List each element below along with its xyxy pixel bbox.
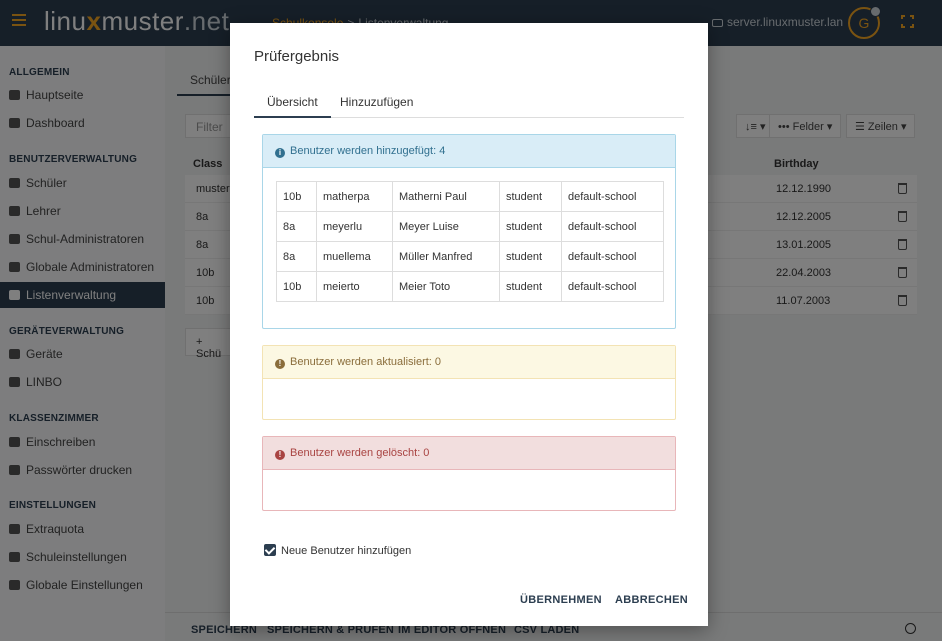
tab-to-add[interactable]: Hinzuzufügen: [327, 90, 426, 118]
added-users-table: 10b matherpa Matherni Paul student default-s…: [276, 181, 664, 302]
info-icon: i: [275, 148, 285, 158]
table-cell: 8a: [276, 211, 317, 242]
table-cell: student: [499, 211, 562, 242]
cancel-button[interactable]: ABBRECHEN: [615, 594, 688, 606]
check-result-dialog: Prüfergebnis Übersicht Hinzuzufügen i Ben…: [230, 23, 708, 626]
table-cell: student: [499, 271, 562, 302]
table-cell: matherpa: [316, 181, 393, 212]
dialog-title: Prüfergebnis: [254, 48, 340, 65]
dialog-tabs: Übersicht Hinzuzufügen: [254, 90, 684, 118]
table-cell: Meyer Luise: [392, 211, 500, 242]
table-row: 8a meyerlu Meyer Luise student default-schoo…: [276, 211, 664, 242]
alert-icon: !: [275, 450, 285, 460]
warning-icon: !: [275, 359, 285, 369]
updated-users-panel: ! Benutzer werden aktualisiert: 0: [262, 345, 676, 420]
add-new-users-checkbox[interactable]: Neue Benutzer hinzufügen: [264, 544, 411, 557]
table-cell: meyerlu: [316, 211, 393, 242]
table-row: 10b matherpa Matherni Paul student default-s…: [276, 181, 664, 212]
table-cell: 8a: [276, 241, 317, 272]
added-users-header: i Benutzer werden hinzugefügt: 4: [263, 135, 675, 168]
table-cell: default-school: [561, 211, 664, 242]
deleted-users-header: ! Benutzer werden gelöscht: 0: [263, 437, 675, 470]
checkbox-checked-icon[interactable]: [264, 544, 276, 556]
tab-overview[interactable]: Übersicht: [254, 90, 331, 118]
table-cell: 10b: [276, 181, 317, 212]
table-cell: 10b: [276, 271, 317, 302]
updated-users-header: ! Benutzer werden aktualisiert: 0: [263, 346, 675, 379]
table-cell: Müller Manfred: [392, 241, 500, 272]
table-cell: default-school: [561, 241, 664, 272]
deleted-users-panel: ! Benutzer werden gelöscht: 0: [262, 436, 676, 511]
table-cell: student: [499, 181, 562, 212]
table-row: 8a muellema Müller Manfred student default-s…: [276, 241, 664, 272]
table-row: 10b meierto Meier Toto student default-schoo…: [276, 271, 664, 302]
table-cell: default-school: [561, 181, 664, 212]
added-users-panel: i Benutzer werden hinzugefügt: 4 10b mathe…: [262, 134, 676, 329]
table-cell: Meier Toto: [392, 271, 500, 302]
apply-button[interactable]: ÜBERNEHMEN: [520, 594, 602, 606]
table-cell: meierto: [316, 271, 393, 302]
table-cell: default-school: [561, 271, 664, 302]
table-cell: student: [499, 241, 562, 272]
table-cell: muellema: [316, 241, 393, 272]
table-cell: Matherni Paul: [392, 181, 500, 212]
